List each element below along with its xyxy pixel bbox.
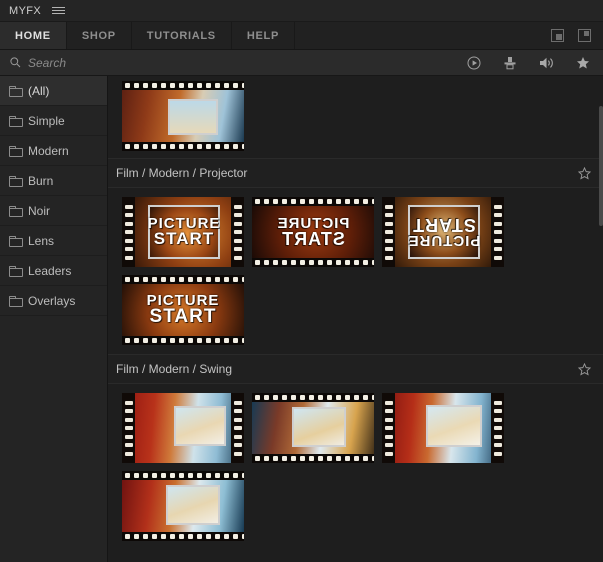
folder-icon — [9, 266, 21, 275]
play-circle-icon[interactable] — [467, 56, 481, 70]
thumbnail-picture-start-3[interactable]: PICTURE START — [382, 197, 504, 267]
sidebar-item-label: Modern — [28, 144, 69, 158]
sprocket-row-bottom — [122, 532, 244, 541]
sprocket-col-right — [231, 393, 244, 463]
sprocket-row-top — [252, 393, 374, 402]
sprocket-col-right — [491, 393, 504, 463]
thumbnail-picture-start-4[interactable]: PICTURE START — [122, 275, 244, 345]
thumbnail-picture-start-2[interactable]: PICTURE START — [252, 197, 374, 267]
thumbnail-grid-projector: PICTURE START PICTURE START — [108, 188, 603, 354]
application-window: MYFX HOME SHOP TUTORIALS HELP Search — [0, 0, 603, 562]
app-title: MYFX — [9, 5, 41, 17]
folder-icon — [9, 236, 21, 245]
content-scrollbar[interactable] — [599, 76, 603, 562]
search-icon — [10, 57, 21, 68]
thumbnail-swing-3[interactable] — [382, 393, 504, 463]
speaker-icon[interactable] — [539, 56, 554, 70]
sprocket-col-left — [122, 393, 135, 463]
sidebar-item-leaders[interactable]: Leaders — [0, 256, 107, 286]
star-outline-icon[interactable] — [578, 363, 591, 376]
sidebar-item-label: Noir — [28, 204, 50, 218]
thumbnail-caption: PICTURE START — [122, 275, 244, 345]
scrollbar-thumb[interactable] — [599, 106, 603, 226]
folder-icon — [9, 116, 21, 125]
sprocket-row-top — [122, 275, 244, 284]
panel-layout-right-icon[interactable] — [551, 29, 564, 42]
sprocket-col-left — [382, 393, 395, 463]
thumbnail-swing-1[interactable] — [122, 393, 244, 463]
content-area: Film / Modern / Projector PICTURE START — [108, 76, 603, 562]
sprocket-col-right — [231, 197, 244, 267]
brush-icon[interactable] — [503, 56, 517, 70]
sprocket-col-left — [122, 197, 135, 267]
thumbnail-picture-start-1[interactable]: PICTURE START — [122, 197, 244, 267]
sprocket-row-top — [122, 471, 244, 480]
sidebar-item-modern[interactable]: Modern — [0, 136, 107, 166]
search-input[interactable]: Search — [0, 56, 300, 70]
tab-bar-actions — [551, 22, 603, 49]
folder-icon — [9, 296, 21, 305]
partial-top-row — [108, 76, 603, 158]
thumbnail-swing-2[interactable] — [252, 393, 374, 463]
sidebar: (All) Simple Modern Burn Noir Lens — [0, 76, 108, 562]
sidebar-item-label: Simple — [28, 114, 65, 128]
section-header-swing: Film / Modern / Swing — [108, 354, 603, 384]
thumbnail-film-partial-1[interactable] — [122, 81, 244, 151]
toolbar-icons — [467, 56, 603, 70]
sidebar-item-all[interactable]: (All) — [0, 76, 107, 106]
tab-home[interactable]: HOME — [0, 22, 67, 49]
sprocket-row-bottom — [122, 142, 244, 151]
tab-bar: HOME SHOP TUTORIALS HELP — [0, 22, 603, 50]
star-outline-icon[interactable] — [578, 167, 591, 180]
sprocket-row-top — [252, 197, 374, 206]
sidebar-item-simple[interactable]: Simple — [0, 106, 107, 136]
search-bar: Search — [0, 50, 603, 76]
section-header-projector: Film / Modern / Projector — [108, 158, 603, 188]
folder-icon — [9, 86, 21, 95]
folder-icon — [9, 176, 21, 185]
sprocket-col-right — [491, 197, 504, 267]
hamburger-icon[interactable] — [52, 7, 65, 14]
star-icon[interactable] — [576, 56, 590, 70]
section-title: Film / Modern / Swing — [116, 362, 232, 376]
thumbnail-caption: PICTURE START — [408, 205, 480, 259]
sprocket-row-top — [122, 81, 244, 90]
sidebar-item-label: (All) — [28, 84, 49, 98]
sidebar-item-lens[interactable]: Lens — [0, 226, 107, 256]
title-bar: MYFX — [0, 0, 603, 22]
sidebar-item-label: Burn — [28, 174, 53, 188]
thumbnail-caption: PICTURE START — [148, 205, 220, 259]
sidebar-item-label: Leaders — [28, 264, 71, 278]
sidebar-item-overlays[interactable]: Overlays — [0, 286, 107, 316]
thumbnail-caption: PICTURE START — [252, 197, 374, 267]
sprocket-row-bottom — [252, 258, 374, 267]
search-placeholder: Search — [28, 56, 66, 70]
tab-help[interactable]: HELP — [232, 22, 295, 49]
tab-tutorials[interactable]: TUTORIALS — [132, 22, 232, 49]
tab-shop[interactable]: SHOP — [67, 22, 132, 49]
sidebar-item-label: Lens — [28, 234, 54, 248]
sprocket-row-bottom — [252, 454, 374, 463]
thumbnail-grid-swing — [108, 384, 603, 550]
folder-icon — [9, 146, 21, 155]
folder-icon — [9, 206, 21, 215]
thumbnail-swing-4[interactable] — [122, 471, 244, 541]
sidebar-item-label: Overlays — [28, 294, 75, 308]
panel-layout-top-icon[interactable] — [578, 29, 591, 42]
sidebar-item-burn[interactable]: Burn — [0, 166, 107, 196]
sprocket-col-left — [382, 197, 395, 267]
section-title: Film / Modern / Projector — [116, 166, 247, 180]
main-body: (All) Simple Modern Burn Noir Lens — [0, 76, 603, 562]
sidebar-item-noir[interactable]: Noir — [0, 196, 107, 226]
sprocket-row-bottom — [122, 336, 244, 345]
